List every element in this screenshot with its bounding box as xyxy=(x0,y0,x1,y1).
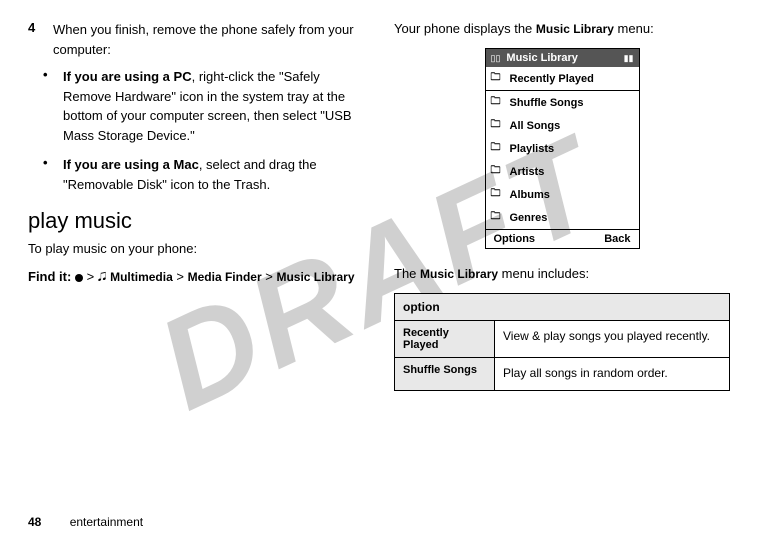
menu-label: Playlists xyxy=(510,143,555,155)
footer-section: entertainment xyxy=(70,515,143,529)
phone-title: Music Library xyxy=(506,52,623,64)
folder-icon: 🗀 xyxy=(491,163,505,180)
row2-desc: Play all songs in random order. xyxy=(495,358,730,390)
page-number: 48 xyxy=(28,515,41,529)
bullet-dot: • xyxy=(43,67,53,145)
includes-bold: Music Library xyxy=(420,267,498,281)
nav-arrow: > xyxy=(87,269,98,284)
row1-label: Recently Played xyxy=(395,321,495,358)
folder-icon: 🗀 xyxy=(491,70,505,87)
step-4: 4 When you finish, remove the phone safe… xyxy=(28,20,364,59)
phone-display-intro: Your phone displays the Music Library me… xyxy=(394,20,730,38)
bullet-dot: • xyxy=(43,155,53,194)
find-it-line: Find it: > 🎜 Multimedia > Media Finder >… xyxy=(28,268,364,286)
menu-item-artists: 🗀 Artists xyxy=(486,160,639,183)
menu-item-genres: 🗀 Genres xyxy=(486,206,639,229)
bullet-pc-prefix: If you are using a PC xyxy=(63,69,192,84)
bullet-mac-text: If you are using a Mac, select and drag … xyxy=(63,155,364,194)
findit-multimedia: Multimedia xyxy=(110,270,173,284)
signal-icon: ▯▯ xyxy=(491,53,501,64)
row1-desc: View & play songs you played recently. xyxy=(495,321,730,358)
play-music-intro: To play music on your phone: xyxy=(28,240,364,258)
table-header-option: option xyxy=(395,294,730,321)
nav-arrow: > xyxy=(176,269,187,284)
menu-label: Shuffle Songs xyxy=(510,97,584,109)
softkey-right: Back xyxy=(604,233,630,245)
intro-suffix: menu: xyxy=(614,21,654,36)
phone-menu-screenshot: ▯▯ Music Library ▮▮ 🗀 Recently Played 🗀 … xyxy=(485,48,640,249)
menu-item-playlists: 🗀 Playlists xyxy=(486,137,639,160)
menu-label: Recently Played xyxy=(510,73,594,85)
step-text: When you finish, remove the phone safely… xyxy=(53,20,364,59)
menu-item-shuffle: 🗀 Shuffle Songs xyxy=(486,91,639,114)
right-column: Your phone displays the Music Library me… xyxy=(394,20,730,391)
table-row: Recently Played View & play songs you pl… xyxy=(395,321,730,358)
folder-icon: 🗀 xyxy=(491,140,505,157)
menu-label: Genres xyxy=(510,212,548,224)
multimedia-icon: 🎜 xyxy=(98,270,107,284)
option-table: option Recently Played View & play songs… xyxy=(394,293,730,390)
battery-icon: ▮▮ xyxy=(624,53,634,64)
bullet-pc: • If you are using a PC, right-click the… xyxy=(43,67,364,145)
nav-arrow: > xyxy=(265,269,276,284)
intro-pre: Your phone displays the xyxy=(394,21,536,36)
left-column: 4 When you finish, remove the phone safe… xyxy=(28,20,364,391)
menu-label: Albums xyxy=(510,189,550,201)
bullet-mac: • If you are using a Mac, select and dra… xyxy=(43,155,364,194)
menu-item-albums: 🗀 Albums xyxy=(486,183,639,206)
table-row: Shuffle Songs Play all songs in random o… xyxy=(395,358,730,390)
menu-label: All Songs xyxy=(510,120,561,132)
findit-mediafinder: Media Finder xyxy=(188,270,262,284)
folder-icon: 🗀 xyxy=(491,209,505,226)
softkey-left: Options xyxy=(494,233,536,245)
find-it-label: Find it: xyxy=(28,269,71,284)
page-footer: 48 entertainment xyxy=(28,515,143,529)
menu-item-recently-played: 🗀 Recently Played xyxy=(486,67,639,91)
phone-header: ▯▯ Music Library ▮▮ xyxy=(486,49,639,67)
findit-musiclibrary: Music Library xyxy=(276,270,354,284)
step-number: 4 xyxy=(28,20,43,59)
row2-label: Shuffle Songs xyxy=(395,358,495,390)
folder-icon: 🗀 xyxy=(491,186,505,203)
bullet-pc-text: If you are using a PC, right-click the "… xyxy=(63,67,364,145)
section-play-music: play music xyxy=(28,208,364,234)
intro-bold: Music Library xyxy=(536,22,614,36)
menu-includes-desc: The Music Library menu includes: xyxy=(394,265,730,283)
bullet-mac-prefix: If you are using a Mac xyxy=(63,157,199,172)
menu-label: Artists xyxy=(510,166,545,178)
folder-icon: 🗀 xyxy=(491,94,505,111)
menu-item-allsongs: 🗀 All Songs xyxy=(486,114,639,137)
phone-softkeys: Options Back xyxy=(486,229,639,248)
folder-icon: 🗀 xyxy=(491,117,505,134)
includes-pre: The xyxy=(394,266,420,281)
includes-post: menu includes: xyxy=(498,266,589,281)
nav-key-icon xyxy=(75,274,83,282)
